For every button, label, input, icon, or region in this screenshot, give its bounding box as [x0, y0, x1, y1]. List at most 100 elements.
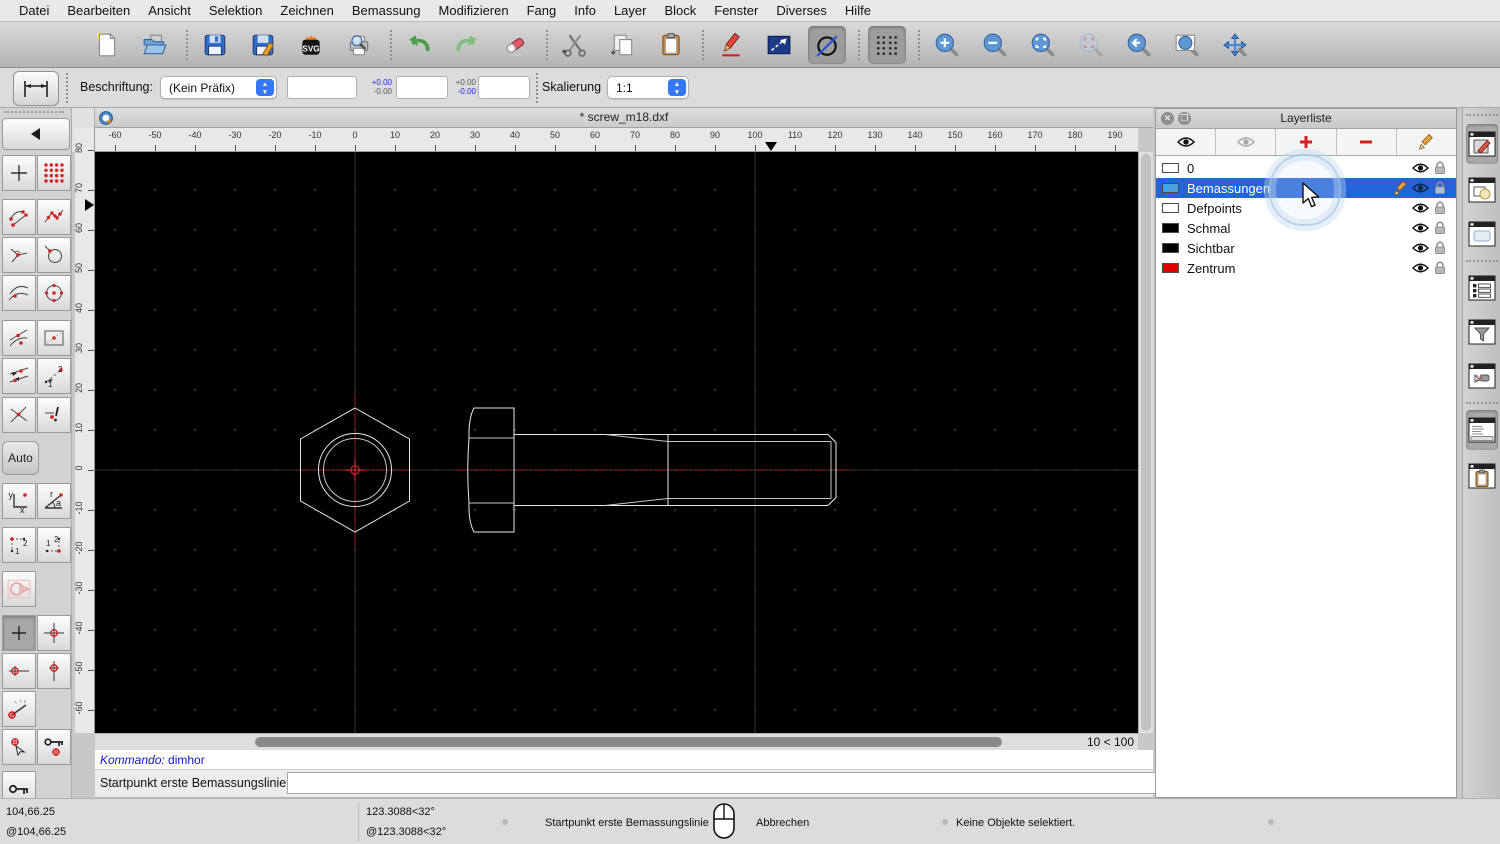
layer-visibility-toggle[interactable]	[1410, 162, 1430, 174]
palette-drag-handle[interactable]	[4, 111, 64, 113]
restrict-free-button[interactable]	[2, 615, 36, 651]
coordinate-cartesian-button[interactable]: yx	[2, 483, 36, 519]
snap-center-button[interactable]	[37, 275, 71, 311]
view-list-widget-button[interactable]	[1466, 214, 1498, 254]
set-relative-zero-button[interactable]	[2, 771, 36, 798]
tolerance-upper-field[interactable]	[396, 76, 448, 99]
zoom-window-button[interactable]	[1168, 26, 1206, 64]
circle-slash-button[interactable]	[808, 25, 846, 64]
dimension-text-field[interactable]	[287, 76, 357, 99]
layer-visibility-toggle[interactable]	[1410, 202, 1430, 214]
layer-panel-header[interactable]: ✕ ❐ Layerliste	[1156, 109, 1456, 129]
detach-icon[interactable]: ❐	[1178, 112, 1191, 125]
snap-grid-button[interactable]	[37, 155, 71, 191]
hide-all-layers-button[interactable]	[1216, 129, 1277, 155]
paste-button[interactable]	[652, 26, 690, 64]
menu-fenster[interactable]: Fenster	[705, 3, 767, 18]
menu-diverses[interactable]: Diverses	[767, 3, 836, 18]
add-layer-button[interactable]	[1276, 129, 1337, 155]
layer-visibility-toggle[interactable]	[1410, 242, 1430, 254]
drawing-canvas[interactable]	[95, 152, 1138, 733]
v-scrollbar-thumb[interactable]	[1141, 154, 1151, 731]
command-line-widget-button[interactable]	[1466, 410, 1498, 450]
scale-select[interactable]: 1:1 ▲ ▼	[607, 76, 689, 99]
snap-intersection-manual-button[interactable]	[37, 397, 71, 433]
menu-block[interactable]: Block	[655, 3, 705, 18]
snap-perpendicular-button[interactable]	[2, 237, 36, 273]
coordinate-polar-button[interactable]: ra	[37, 483, 71, 519]
layer-lock-toggle[interactable]	[1430, 201, 1450, 215]
restrict-orthogonal-button[interactable]	[37, 615, 71, 651]
restrict-horizontal-button[interactable]	[2, 653, 36, 689]
layer-visibility-toggle[interactable]	[1410, 222, 1430, 234]
menu-selektion[interactable]: Selektion	[200, 3, 271, 18]
menu-layer[interactable]: Layer	[605, 3, 656, 18]
show-all-layers-button[interactable]	[1156, 129, 1217, 155]
restrict-vertical-button[interactable]	[37, 653, 71, 689]
snap-intersection-button[interactable]	[2, 397, 36, 433]
layer-lock-toggle[interactable]	[1430, 241, 1450, 255]
selection-box-button[interactable]	[760, 26, 798, 64]
save-button[interactable]	[196, 26, 234, 64]
snap-cursor-button[interactable]	[2, 729, 36, 765]
back-button[interactable]	[2, 118, 70, 150]
snap-free-button[interactable]	[2, 155, 36, 191]
snap-nearest-button[interactable]	[2, 320, 36, 356]
zoom-auto-button[interactable]	[1024, 26, 1062, 64]
snap-entity-button[interactable]	[37, 237, 71, 273]
zoom-previous-button[interactable]	[1120, 26, 1158, 64]
copy-button[interactable]	[604, 26, 642, 64]
relative-polar-button[interactable]: 12	[37, 527, 71, 563]
menu-fang[interactable]: Fang	[518, 3, 566, 18]
auto-snap-button[interactable]: Auto	[2, 441, 39, 475]
layer-list-widget-button[interactable]	[1466, 124, 1498, 164]
edit-button[interactable]	[712, 26, 750, 64]
snap-on-entity-button[interactable]	[37, 199, 71, 235]
clipboard-widget-button[interactable]	[1466, 456, 1498, 496]
layer-visibility-toggle[interactable]	[1410, 262, 1430, 274]
menu-bearbeiten[interactable]: Bearbeiten	[58, 3, 139, 18]
command-input[interactable]	[287, 772, 1217, 794]
v-scrollbar[interactable]	[1138, 152, 1153, 733]
layer-lock-toggle[interactable]	[1430, 181, 1450, 195]
document-titlebar[interactable]: * screw_m18.dxf	[95, 108, 1153, 128]
prefix-select[interactable]: (Kein Präfix) ▲ ▼	[160, 76, 277, 99]
save-as-button[interactable]	[244, 26, 282, 64]
close-icon[interactable]: ✕	[1161, 112, 1174, 125]
menu-datei[interactable]: Datei	[10, 3, 58, 18]
lock-relative-zero-button[interactable]	[37, 729, 71, 765]
menu-info[interactable]: Info	[565, 3, 605, 18]
zoom-in-button[interactable]	[928, 26, 966, 64]
layer-visibility-toggle[interactable]	[1410, 182, 1430, 194]
snap-auto-button[interactable]	[2, 358, 36, 394]
cut-button[interactable]	[556, 26, 594, 64]
grid-toggle-button[interactable]	[868, 25, 906, 64]
menu-ansicht[interactable]: Ansicht	[139, 3, 200, 18]
snap-endpoints-button[interactable]	[2, 199, 36, 235]
snap-distance-button[interactable]: 12	[37, 358, 71, 394]
dock-drag-handle[interactable]	[1466, 114, 1498, 116]
zoom-selection-button[interactable]	[1072, 26, 1110, 64]
snap-tangent-button[interactable]	[2, 275, 36, 311]
print-preview-button[interactable]	[340, 26, 378, 64]
block-list-widget-button[interactable]	[1466, 170, 1498, 210]
h-scrollbar[interactable]: 10 < 100	[95, 733, 1138, 750]
restrict-off-button[interactable]	[2, 571, 36, 607]
layer-lock-toggle[interactable]	[1430, 221, 1450, 235]
library-browser-widget-button[interactable]	[1466, 356, 1498, 396]
selection-filter-widget-button[interactable]	[1466, 312, 1498, 352]
dimension-horizontal-button[interactable]	[13, 71, 59, 106]
snap-reference-button[interactable]	[37, 320, 71, 356]
zoom-out-button[interactable]	[976, 26, 1014, 64]
edit-layer-button[interactable]	[1397, 129, 1456, 155]
new-document-button[interactable]	[88, 26, 126, 64]
menu-modifizieren[interactable]: Modifizieren	[430, 3, 518, 18]
layer-edit-slot[interactable]	[1390, 180, 1410, 196]
export-svg-button[interactable]: SVG	[292, 26, 330, 64]
layer-lock-toggle[interactable]	[1430, 261, 1450, 275]
angle-measure-button[interactable]	[2, 691, 36, 727]
relative-cartesian-button[interactable]: 12	[2, 527, 36, 563]
menu-bemassung[interactable]: Bemassung	[343, 3, 430, 18]
property-editor-widget-button[interactable]	[1466, 268, 1498, 308]
remove-layer-button[interactable]	[1337, 129, 1397, 155]
